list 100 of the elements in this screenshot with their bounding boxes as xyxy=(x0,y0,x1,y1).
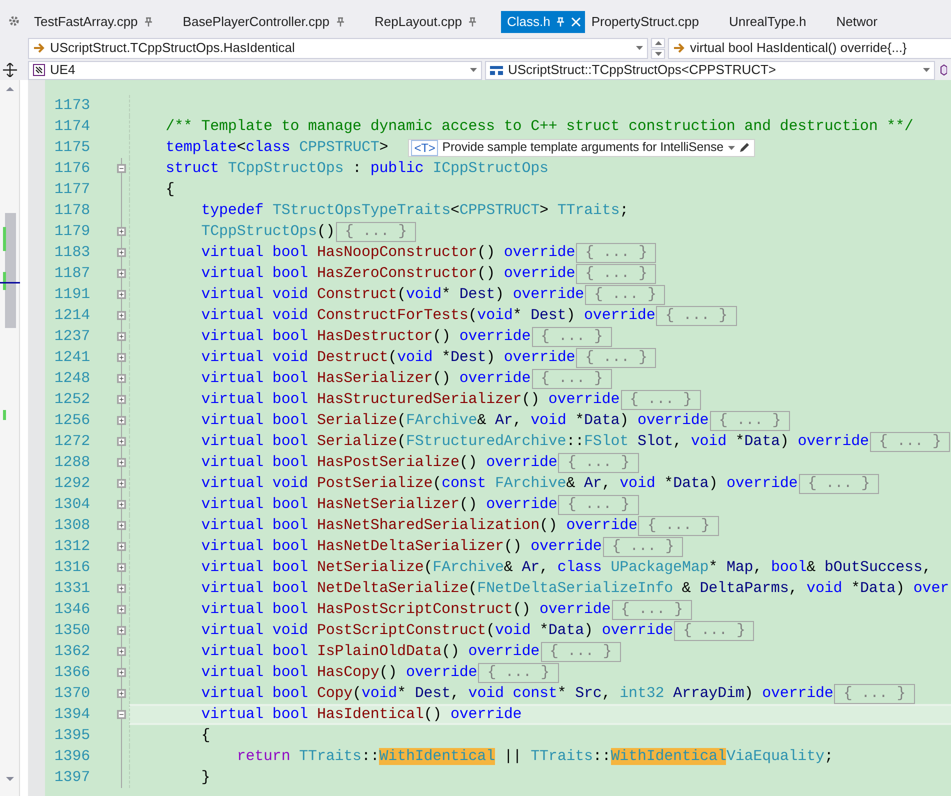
expand-icon[interactable] xyxy=(117,605,126,614)
expand-icon[interactable] xyxy=(117,374,126,383)
class-dropdown[interactable]: UScriptStruct::TCppStructOps<CPPSTRUCT> xyxy=(485,60,935,80)
pin-icon[interactable] xyxy=(144,17,153,27)
collapsed-block[interactable]: { ... } xyxy=(798,474,880,494)
expand-icon[interactable] xyxy=(117,395,126,404)
code-line: virtual bool HasPostScriptConstruct() override xyxy=(200,600,611,619)
expand-icon[interactable] xyxy=(117,500,126,509)
expand-icon[interactable] xyxy=(117,227,126,236)
project-dropdown[interactable]: UE4 xyxy=(28,60,482,80)
collapsed-block[interactable]: { ... } xyxy=(576,242,656,262)
code-line: virtual bool NetSerialize(FArchive& Ar, class UPackageMap* Map, bool& bOutSuccess, xyxy=(200,558,932,577)
caret-down-icon xyxy=(654,52,662,56)
spin-down-button[interactable] xyxy=(651,48,665,58)
expand-icon[interactable] xyxy=(117,458,126,467)
code-line: } xyxy=(200,768,210,787)
expand-icon[interactable] xyxy=(117,542,126,551)
code-line: virtual void Construct(void* Dest) override xyxy=(200,285,584,304)
member-dropdown[interactable]: virtual bool HasIdentical() override{...} xyxy=(668,38,951,58)
code-line: virtual bool Copy(void* Dest, void const* Src, int32 ArrayDim) override xyxy=(200,684,834,703)
expand-icon[interactable] xyxy=(117,563,126,572)
line-number: 1241 xyxy=(53,348,91,368)
expand-icon[interactable] xyxy=(117,269,126,278)
code-line: virtual bool HasNetSerializer() override xyxy=(200,495,558,514)
line-number: 1174 xyxy=(53,117,91,137)
collapsed-block[interactable]: { ... } xyxy=(336,222,416,242)
caret-icon[interactable] xyxy=(728,146,734,150)
line-number: 1191 xyxy=(53,285,91,305)
collapsed-block[interactable]: { ... } xyxy=(612,600,692,620)
collapsed-block[interactable]: { ... } xyxy=(585,284,666,304)
collapsed-block[interactable]: { ... } xyxy=(834,684,915,704)
collapsed-block[interactable]: { ... } xyxy=(638,516,719,536)
expand-icon[interactable] xyxy=(117,626,126,635)
split-icon[interactable] xyxy=(0,63,20,77)
expand-icon[interactable] xyxy=(117,437,126,446)
expand-icon[interactable] xyxy=(117,584,126,593)
collapsed-block[interactable]: { ... } xyxy=(576,348,656,368)
pin-icon[interactable] xyxy=(336,17,344,27)
caret-icon xyxy=(636,46,643,50)
expand-icon[interactable] xyxy=(117,647,126,656)
line-number: 1177 xyxy=(53,180,91,200)
expand-icon[interactable] xyxy=(117,521,126,530)
code-line: virtual bool HasNetDeltaSerializer() override xyxy=(200,537,602,556)
caret-icon xyxy=(923,68,930,72)
template-badge[interactable]: <T> xyxy=(411,140,438,156)
expand-icon[interactable] xyxy=(117,311,126,320)
line-number: 1173 xyxy=(53,96,91,116)
line-number: 1214 xyxy=(53,306,91,326)
line-number: 1288 xyxy=(53,453,91,473)
collapsed-block[interactable]: { ... } xyxy=(710,410,790,430)
collapsed-block[interactable]: { ... } xyxy=(478,662,558,682)
file-tab[interactable]: Networ xyxy=(830,11,902,33)
spin-up-button[interactable] xyxy=(651,38,665,48)
expand-icon[interactable] xyxy=(117,290,126,299)
collapsed-block[interactable]: { ... } xyxy=(558,494,639,514)
collapsed-block[interactable]: { ... } xyxy=(620,390,701,410)
expand-icon[interactable] xyxy=(117,332,126,341)
file-tab[interactable]: TestFastArray.cpp xyxy=(28,11,177,33)
collapse-icon[interactable] xyxy=(117,164,126,173)
pencil-icon[interactable] xyxy=(738,142,750,153)
code-line: virtual bool HasZeroConstructor() override xyxy=(200,264,576,283)
caret-icon xyxy=(470,68,477,72)
file-tab[interactable]: RepLayout.cpp xyxy=(368,11,501,33)
collapsed-block[interactable]: { ... } xyxy=(602,536,684,556)
collapsed-block[interactable]: { ... } xyxy=(532,326,612,346)
expand-icon[interactable] xyxy=(117,479,126,488)
line-number: 1395 xyxy=(53,726,91,746)
expand-icon[interactable] xyxy=(117,248,126,257)
line-number: 1248 xyxy=(53,369,91,389)
collapse-icon[interactable] xyxy=(117,710,126,719)
hint-text[interactable]: Provide sample template arguments for IntelliSense xyxy=(442,138,724,157)
collapsed-block[interactable]: { ... } xyxy=(656,306,737,326)
pin-icon[interactable] xyxy=(468,17,477,27)
line-number: 1316 xyxy=(53,558,91,578)
line-number: 1370 xyxy=(53,684,91,704)
scope-dropdown[interactable]: UScriptStruct.TCppStructOps.HasIdentical xyxy=(28,38,648,58)
code-line: { xyxy=(164,180,175,199)
line-number: 1256 xyxy=(53,411,91,431)
expand-icon[interactable] xyxy=(117,668,126,677)
settings-icon[interactable] xyxy=(8,15,20,27)
collapsed-block[interactable]: { ... } xyxy=(540,642,621,662)
code-line: struct TCppStructOps : public ICppStructOps xyxy=(164,159,548,178)
file-tab[interactable]: BasePlayerController.cpp xyxy=(176,11,368,33)
expand-icon[interactable] xyxy=(117,353,126,362)
project-icon xyxy=(33,64,45,76)
collapsed-block[interactable]: { ... } xyxy=(532,368,612,388)
collapsed-block[interactable]: { ... } xyxy=(674,620,754,640)
expand-icon[interactable] xyxy=(117,689,126,698)
line-number: 1178 xyxy=(53,201,91,221)
collapsed-block[interactable]: { ... } xyxy=(870,432,950,452)
collapsed-block[interactable]: { ... } xyxy=(576,264,656,284)
code-line: virtual bool HasIdentical() override xyxy=(200,705,522,724)
file-tab[interactable]: UnrealType.h xyxy=(722,11,830,33)
file-tab[interactable]: PropertyStruct.cpp xyxy=(585,11,723,33)
expand-icon[interactable] xyxy=(117,416,126,425)
file-tab[interactable]: Class.h xyxy=(500,11,586,33)
close-icon[interactable] xyxy=(571,17,582,27)
code-line: virtual bool HasNoopConstructor() override xyxy=(200,243,576,262)
line-number: 1396 xyxy=(53,747,91,767)
collapsed-block[interactable]: { ... } xyxy=(558,452,639,472)
